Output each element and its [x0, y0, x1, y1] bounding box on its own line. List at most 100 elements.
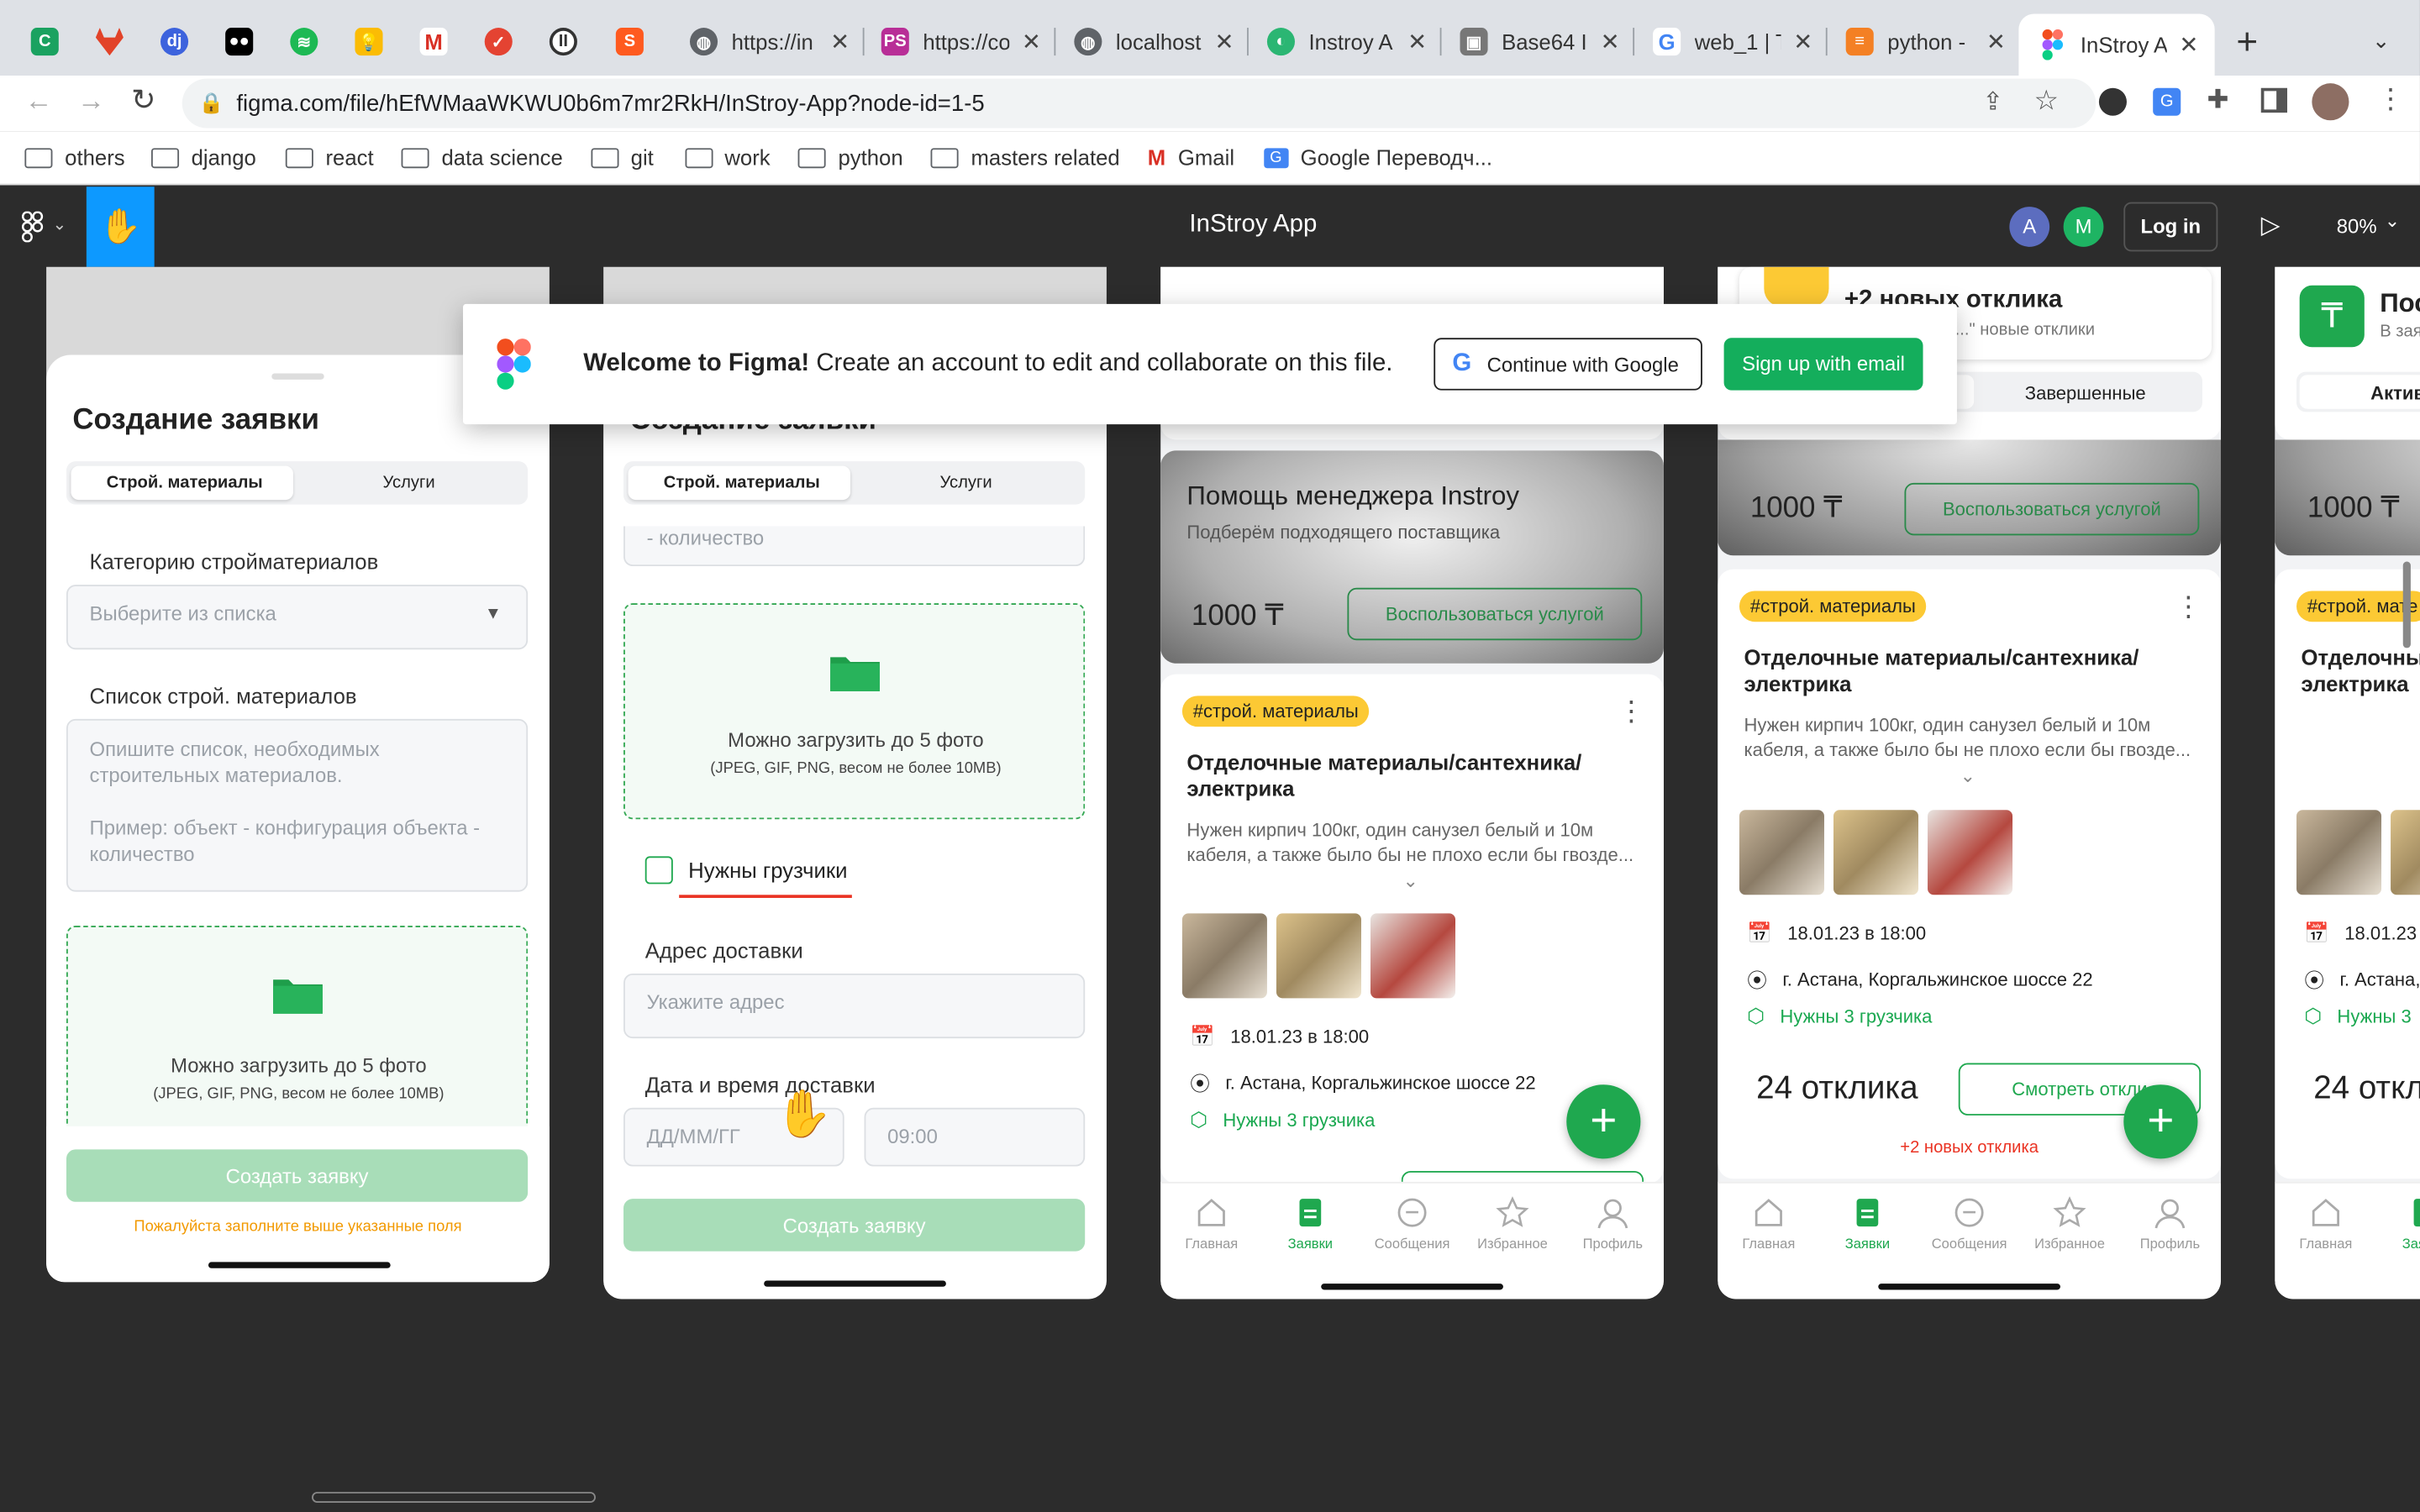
nav-requests[interactable]: Заявки — [1264, 1195, 1356, 1252]
room-photo[interactable] — [1181, 913, 1267, 999]
menu-icon[interactable]: ⋮ — [2377, 83, 2405, 116]
bookmark-react[interactable]: react — [285, 145, 374, 170]
bookmark-python[interactable]: python — [797, 145, 903, 170]
tab-services[interactable]: Услуги — [940, 474, 992, 492]
chevron-down-icon[interactable]: ⌄ — [2372, 28, 2391, 54]
nav-profile[interactable]: Профиль — [2123, 1195, 2216, 1252]
tab-3[interactable]: ◍ localhost ✕ — [1054, 14, 1245, 70]
tab-6[interactable]: Gweb_1 | T ✕ — [1633, 14, 1824, 70]
nav-home[interactable]: Главная — [1165, 1195, 1258, 1252]
pinned-tab-keep[interactable]: 💡 — [336, 14, 383, 70]
room-photo[interactable] — [1370, 913, 1456, 999]
close-icon[interactable]: ✕ — [1407, 28, 1427, 55]
close-icon[interactable]: ✕ — [1214, 28, 1234, 55]
use-service-button[interactable]: Воспользоваться услугой — [1904, 482, 2200, 536]
continue-google-button[interactable]: G Continue with Google — [1434, 338, 1702, 391]
request-card[interactable]: #строй. мате Отделочны электрика 📅 18.01.… — [2275, 569, 2420, 1179]
star-icon[interactable]: ☆ — [2034, 85, 2060, 118]
close-icon[interactable]: ✕ — [1793, 28, 1812, 55]
tab-done[interactable]: Завершенные — [2025, 383, 2146, 405]
pinned-tab-pause[interactable]: II — [531, 14, 577, 70]
bookmark-git[interactable]: git — [590, 145, 654, 170]
more-icon[interactable]: ⋮ — [1618, 696, 1645, 728]
puzzle-icon[interactable]: ✚ — [2207, 85, 2228, 116]
address-input[interactable]: Укажите адрес — [623, 973, 1086, 1039]
pinned-tab-spotify[interactable]: ≋ — [271, 14, 318, 70]
bookmark-others[interactable]: others — [24, 145, 125, 170]
time-input[interactable]: 09:00 — [864, 1107, 1086, 1167]
avatar[interactable] — [2312, 83, 2349, 121]
pinned-tab-gitlab[interactable] — [77, 14, 124, 70]
room-photo[interactable] — [1276, 913, 1361, 999]
omnibox[interactable]: 🔒 figma.com/file/hEfWMaaWKWU0b6m7mr2RkH/… — [182, 78, 2096, 129]
horizontal-scrollbar[interactable] — [312, 1492, 596, 1503]
photo-upload-area[interactable]: Можно загрузить до 5 фото (JPEG, GIF, PN… — [66, 926, 529, 1142]
new-tab-button[interactable]: + — [2236, 22, 2258, 65]
nav-home[interactable]: Главная — [2280, 1195, 2372, 1252]
tab-active[interactable]: Актив — [2370, 383, 2420, 405]
bookmark-work[interactable]: work — [684, 145, 771, 170]
category-select[interactable]: Выберите из списка ▼ — [66, 585, 529, 650]
bookmark-gmail[interactable]: M Gmail — [1148, 145, 1234, 170]
room-photo[interactable] — [1928, 810, 2013, 895]
extension-icon[interactable] — [2098, 87, 2127, 116]
tab-services[interactable]: Услуги — [383, 474, 435, 492]
sidepanel-icon[interactable] — [2260, 87, 2287, 113]
tab-4[interactable]: ◐ Instroy A ✕ — [1247, 14, 1439, 70]
share-icon[interactable]: ⇪ — [1982, 87, 2003, 118]
close-icon[interactable]: ✕ — [1986, 28, 2006, 55]
drag-handle[interactable] — [271, 373, 324, 380]
movers-checkbox[interactable] — [644, 856, 673, 885]
close-icon[interactable]: ✕ — [1601, 28, 1620, 55]
signup-email-button[interactable]: Sign up with email — [1723, 338, 1923, 391]
pinned-tab-gmail[interactable]: M — [402, 14, 448, 70]
nav-messages[interactable]: Сообщения — [1365, 1195, 1458, 1252]
nav-favorites[interactable]: Избранное — [1466, 1195, 1559, 1252]
use-service-button[interactable]: Воспользоваться услугой — [1347, 587, 1643, 641]
vertical-scrollbar[interactable] — [2402, 561, 2411, 648]
chevron-down-icon[interactable]: ⌄ — [2385, 210, 2400, 232]
tab-7[interactable]: ≡ python - ✕ — [1826, 14, 2018, 70]
tab-active[interactable]: InStroy A ✕ — [2018, 13, 2215, 76]
pinned-tab-dj[interactable]: dj — [142, 14, 189, 70]
translate-icon[interactable]: G — [2153, 87, 2181, 116]
room-photo[interactable] — [1833, 810, 1919, 895]
add-button[interactable]: + — [2123, 1084, 2198, 1159]
add-button[interactable]: + — [1566, 1084, 1641, 1159]
nav-favorites[interactable]: Избранное — [2023, 1195, 2116, 1252]
room-photo[interactable] — [1739, 810, 1824, 895]
back-icon[interactable]: ← — [24, 85, 52, 118]
nav-messages[interactable]: Сообщения — [1923, 1195, 2016, 1252]
chevron-down-icon[interactable]: ⌄ — [1403, 870, 1418, 892]
bookmark-masters[interactable]: masters related — [930, 145, 1120, 170]
close-icon[interactable]: ✕ — [1022, 28, 1041, 55]
photo-upload-area[interactable]: Можно загрузить до 5 фото (JPEG, GIF, PN… — [623, 603, 1086, 820]
more-icon[interactable]: ⋮ — [2175, 591, 2202, 623]
submit-button[interactable]: Создать заявку — [66, 1149, 529, 1202]
reload-icon[interactable]: ↻ — [131, 83, 155, 118]
pinned-tab-todoist[interactable]: ✓ — [466, 14, 513, 70]
bookmark-translate[interactable]: G Google Переводч... — [1263, 145, 1492, 170]
chevron-down-icon[interactable]: ⌄ — [1960, 765, 1975, 787]
submit-button[interactable]: Создать заявку — [623, 1199, 1086, 1252]
avatar[interactable]: A — [2009, 207, 2050, 247]
play-icon[interactable]: ▷ — [2261, 210, 2281, 241]
pinned-tab-medium[interactable]: ●● — [207, 14, 254, 70]
materials-textarea[interactable]: - количество — [623, 526, 1086, 567]
close-icon[interactable]: ✕ — [2179, 31, 2198, 59]
materials-textarea[interactable]: Опишите список, необходимых строительных… — [66, 718, 529, 892]
zoom-level[interactable]: 80% — [2337, 214, 2377, 238]
nav-profile[interactable]: Профиль — [1566, 1195, 1659, 1252]
bookmark-django[interactable]: django — [150, 145, 256, 170]
tab-5[interactable]: ▣ Base64 I ✕ — [1440, 14, 1632, 70]
nav-requests[interactable]: Заявки — [2378, 1195, 2420, 1252]
nav-requests[interactable]: Заявки — [1821, 1195, 1913, 1252]
close-icon[interactable]: ✕ — [830, 28, 850, 55]
login-button[interactable]: Log in — [2123, 202, 2218, 252]
room-photo[interactable] — [2391, 810, 2420, 895]
tab-1[interactable]: ◍ https://in ✕ — [670, 14, 861, 70]
bookmark-data-science[interactable]: data science — [401, 145, 563, 170]
pinned-tab-sublime[interactable]: S — [597, 14, 644, 70]
room-photo[interactable] — [2296, 810, 2382, 895]
nav-home[interactable]: Главная — [1723, 1195, 1815, 1252]
